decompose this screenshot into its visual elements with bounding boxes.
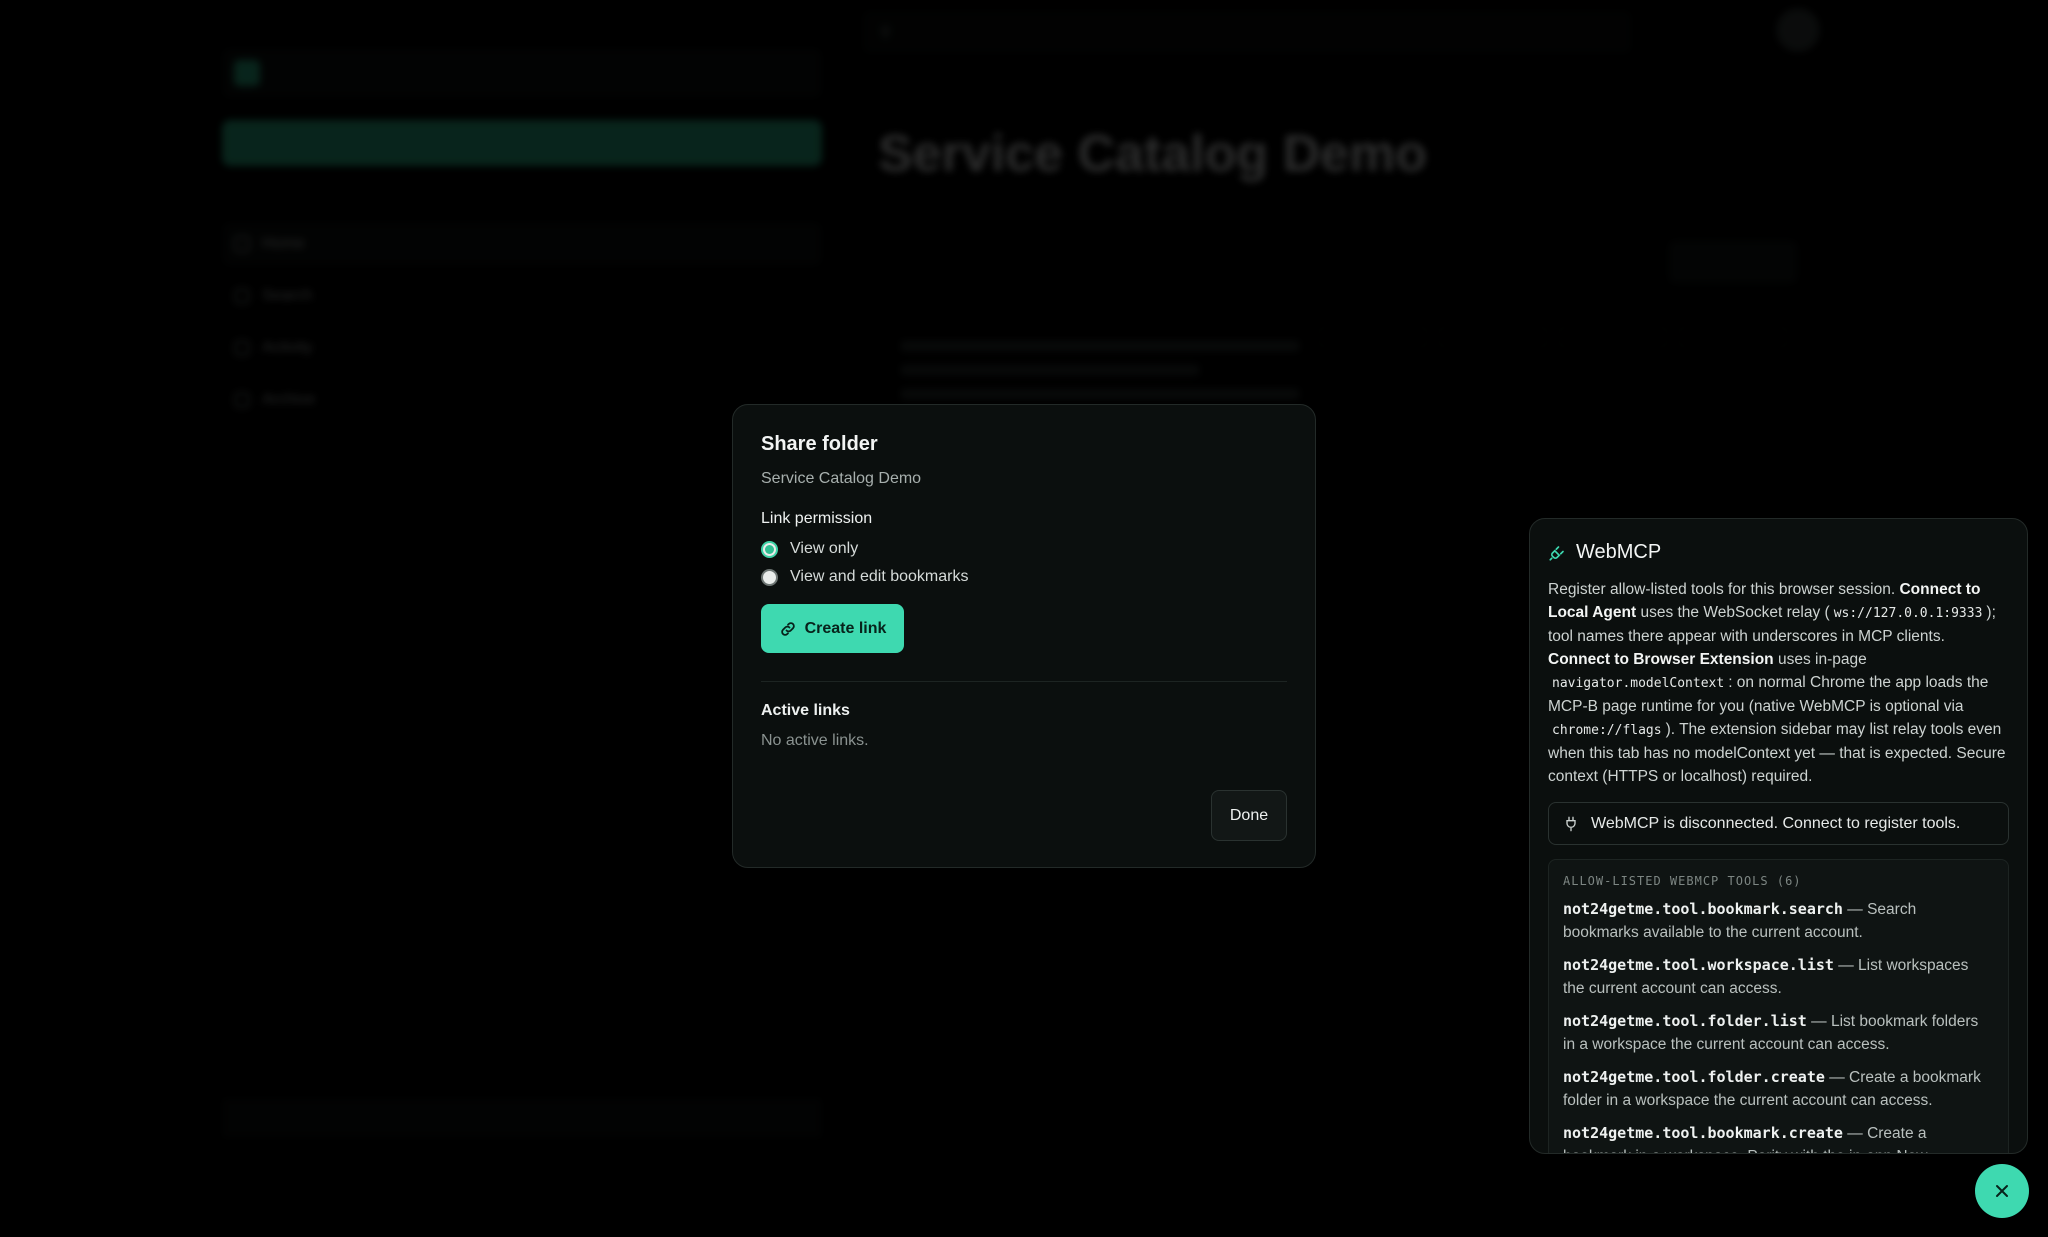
connection-status: WebMCP is disconnected. Connect to regis… [1548, 802, 2009, 845]
tool-item: not24getme.tool.workspace.list — List wo… [1563, 956, 1969, 997]
active-links-empty: No active links. [761, 732, 869, 749]
done-button[interactable]: Done [1211, 790, 1287, 841]
tools-list-label: ALLOW-LISTED WEBMCP TOOLS (6) [1563, 874, 1802, 888]
plug-icon [1566, 816, 1576, 831]
dialog-title: Share folder [761, 433, 878, 455]
active-links-title: Active links [761, 702, 850, 719]
permission-option-view-edit[interactable]: View and edit bookmarks [761, 568, 1287, 586]
radio-selected[interactable] [761, 540, 778, 558]
plug-icon [1549, 545, 1564, 561]
link-icon [780, 621, 795, 636]
option-label: View and edit bookmarks [790, 568, 969, 585]
close-icon [1996, 1185, 2008, 1197]
tool-item: not24getme.tool.bookmark.search — Search… [1563, 900, 1917, 941]
tool-item: not24getme.tool.folder.create — Create a… [1563, 1068, 1981, 1109]
panel-description: Register allow-listed tools for this bro… [1548, 581, 2006, 785]
dialog-subtitle: Service Catalog Demo [761, 470, 922, 487]
divider [761, 681, 1287, 682]
radio-unselected[interactable] [761, 568, 778, 586]
permission-option-view-only[interactable]: View only [761, 540, 1287, 558]
create-link-button[interactable]: Create link [761, 604, 904, 653]
tools-list[interactable]: ALLOW-LISTED WEBMCP TOOLS (6) not24getme… [1548, 859, 2009, 1153]
link-permission-label: Link permission [761, 510, 873, 527]
webmcp-panel: WebMCP Register allow-listed tools for t… [1529, 518, 2028, 1154]
tool-item: not24getme.tool.bookmark.create — Create… [1563, 1124, 1927, 1153]
tool-item: not24getme.tool.folder.list — List bookm… [1563, 1012, 1979, 1053]
option-label: View only [790, 540, 859, 557]
panel-title: WebMCP [1576, 541, 1662, 563]
share-folder-dialog: Share folder Service Catalog Demo Link p… [732, 404, 1316, 868]
close-panel-button[interactable] [1975, 1164, 2029, 1218]
